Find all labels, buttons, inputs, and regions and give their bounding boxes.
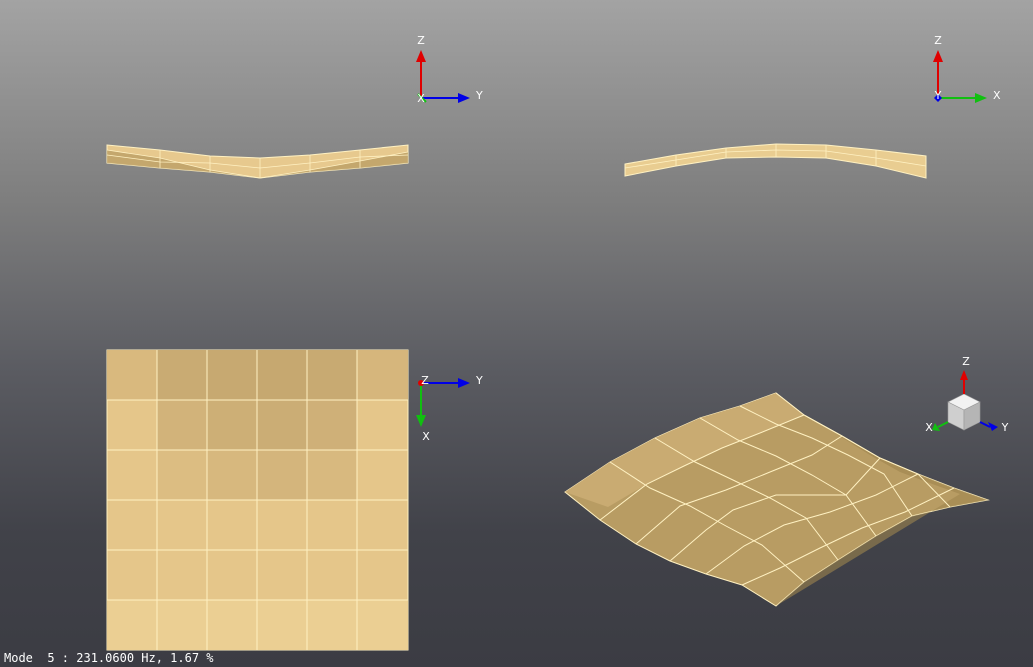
- axis-y-label: Y: [1001, 421, 1009, 434]
- view-cube-icon[interactable]: Z X Y: [925, 355, 1008, 434]
- front-mesh: [106, 144, 409, 179]
- front-view-canvas: Z Y X: [106, 34, 483, 179]
- viewport-top[interactable]: Y X Z: [0, 333, 516, 667]
- viewport-front[interactable]: Z Y X: [0, 0, 516, 333]
- iso-view-canvas: Z X Y: [564, 355, 1009, 607]
- side-view-canvas: Z X Y: [624, 34, 1001, 179]
- axis-y-label: Y: [475, 374, 483, 387]
- axis-x-label: X: [925, 421, 933, 434]
- axis-x-label: X: [417, 92, 425, 105]
- coordinate-triad-icon: Z X Y: [933, 34, 1001, 103]
- top-view-canvas: Y X Z: [106, 349, 483, 651]
- mode-status-text: Mode 5 : 231.0600 Hz, 1.67 %: [4, 651, 214, 665]
- viewport-side[interactable]: Z X Y: [516, 0, 1033, 333]
- axis-y-label: Y: [475, 89, 483, 102]
- coordinate-triad-icon: Y X Z: [416, 374, 483, 443]
- axis-z-label: Z: [417, 34, 425, 47]
- coordinate-triad-icon: Z Y X: [416, 34, 483, 105]
- viewport-iso[interactable]: Z X Y: [516, 333, 1033, 667]
- axis-z-label: Z: [421, 374, 429, 387]
- axis-z-label: Z: [934, 34, 942, 47]
- side-mesh: [624, 143, 927, 179]
- axis-y-label: Y: [934, 89, 942, 102]
- axis-z-label: Z: [962, 355, 970, 368]
- axis-x-label: X: [422, 430, 430, 443]
- top-mesh: [106, 349, 409, 651]
- axis-x-label: X: [993, 89, 1001, 102]
